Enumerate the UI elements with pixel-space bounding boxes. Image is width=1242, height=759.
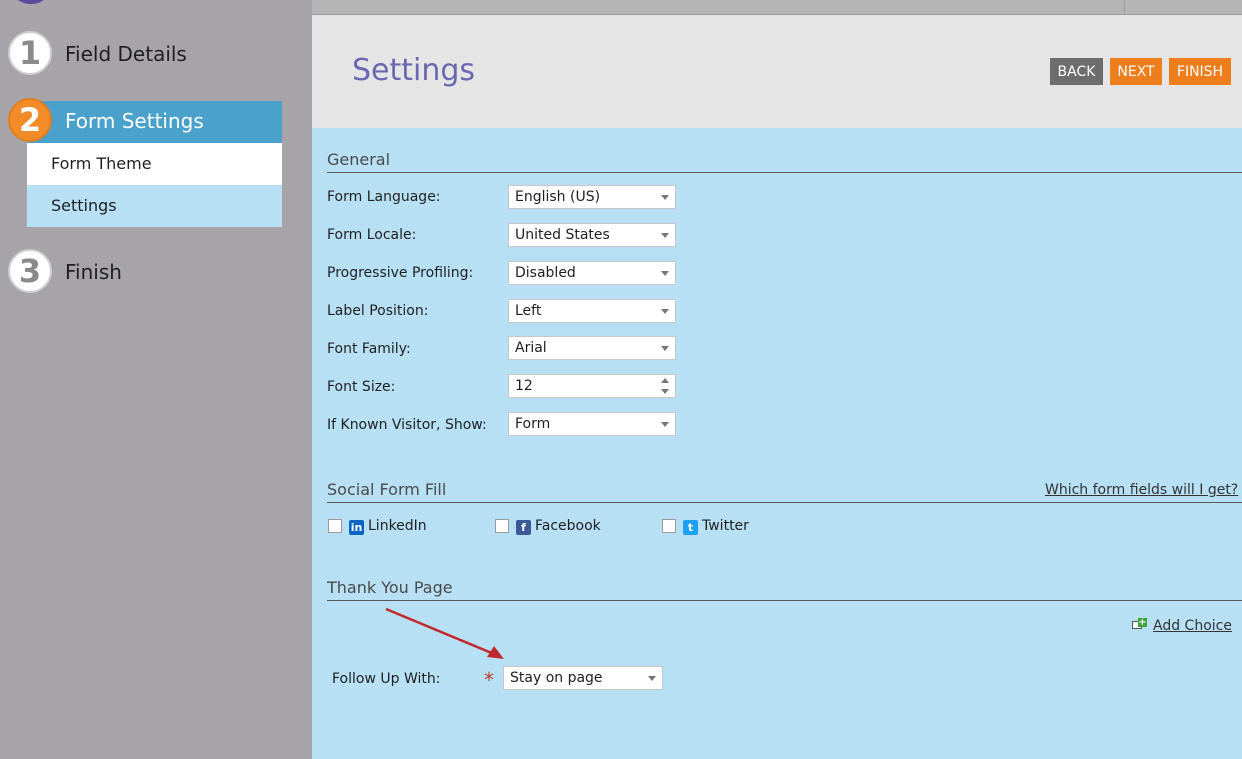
label-position-select[interactable]: Left xyxy=(508,299,676,323)
page-header: Settings BACK NEXT FINISH xyxy=(312,15,1242,128)
add-choice-link[interactable]: Add Choice xyxy=(1153,618,1232,634)
form-locale-value: United States xyxy=(515,227,610,243)
follow-up-value: Stay on page xyxy=(510,670,603,686)
top-toolbar-strip xyxy=(312,0,1242,15)
step-field-details[interactable]: Field Details xyxy=(65,42,187,66)
finish-button[interactable]: FINISH xyxy=(1169,58,1231,85)
follow-up-select[interactable]: Stay on page xyxy=(503,666,663,690)
section-general-title: General xyxy=(327,150,391,169)
step-form-settings[interactable]: Form Settings xyxy=(65,109,204,133)
font-size-label: Font Size: xyxy=(327,379,396,395)
settings-panel: General Form Language: English (US) Form… xyxy=(312,128,1242,759)
logo-circle xyxy=(8,0,54,4)
linkedin-icon: in xyxy=(349,520,364,535)
page-title: Settings xyxy=(352,53,476,88)
required-asterisk-icon: * xyxy=(484,668,494,692)
known-visitor-label: If Known Visitor, Show: xyxy=(327,417,487,433)
facebook-icon: f xyxy=(516,520,531,535)
twitter-checkbox[interactable] xyxy=(662,519,676,533)
progressive-profiling-label: Progressive Profiling: xyxy=(327,265,474,281)
known-visitor-select[interactable]: Form xyxy=(508,412,676,436)
font-size-value: 12 xyxy=(515,378,533,394)
facebook-checkbox[interactable] xyxy=(495,519,509,533)
twitter-label: Twitter xyxy=(702,518,749,534)
facebook-label: Facebook xyxy=(535,518,601,534)
section-social-title: Social Form Fill xyxy=(327,480,447,499)
section-thank-you-title: Thank You Page xyxy=(327,578,453,597)
font-size-stepper[interactable]: 12 xyxy=(508,374,676,398)
step-3-circle: 3 xyxy=(8,249,52,293)
next-button[interactable]: NEXT xyxy=(1110,58,1162,85)
label-position-label: Label Position: xyxy=(327,303,429,319)
form-language-label: Form Language: xyxy=(327,189,441,205)
chevron-down-icon xyxy=(661,346,669,351)
wizard-sidebar: 1 Field Details 2 Form Settings Form The… xyxy=(0,0,312,759)
back-button[interactable]: BACK xyxy=(1050,58,1103,85)
step-2-circle: 2 xyxy=(8,98,52,142)
progressive-profiling-select[interactable]: Disabled xyxy=(508,261,676,285)
font-family-value: Arial xyxy=(515,340,547,356)
which-form-fields-link[interactable]: Which form fields will I get? xyxy=(1045,482,1238,498)
section-divider xyxy=(327,172,1242,173)
linkedin-label: LinkedIn xyxy=(368,518,427,534)
form-language-value: English (US) xyxy=(515,189,601,205)
section-divider xyxy=(327,502,1242,503)
label-position-value: Left xyxy=(515,303,542,319)
red-arrow-annotation xyxy=(385,607,504,659)
step-1-circle: 1 xyxy=(8,31,52,75)
form-locale-select[interactable]: United States xyxy=(508,223,676,247)
add-choice-icon[interactable]: + xyxy=(1132,618,1147,631)
progressive-profiling-value: Disabled xyxy=(515,265,576,281)
sidebar-item-settings[interactable]: Settings xyxy=(27,185,282,227)
chevron-down-icon xyxy=(648,676,656,681)
chevron-down-icon xyxy=(661,271,669,276)
chevron-down-icon xyxy=(661,309,669,314)
form-locale-label: Form Locale: xyxy=(327,227,417,243)
font-family-label: Font Family: xyxy=(327,341,411,357)
twitter-icon: t xyxy=(683,520,698,535)
spinner-arrows-icon[interactable] xyxy=(661,378,670,394)
linkedin-checkbox[interactable] xyxy=(328,519,342,533)
section-divider xyxy=(327,600,1242,601)
follow-up-label: Follow Up With: xyxy=(332,671,441,687)
form-language-select[interactable]: English (US) xyxy=(508,185,676,209)
step-finish[interactable]: Finish xyxy=(65,260,122,284)
chevron-down-icon xyxy=(661,422,669,427)
toolbar-divider xyxy=(1124,0,1125,14)
font-family-select[interactable]: Arial xyxy=(508,336,676,360)
known-visitor-value: Form xyxy=(515,416,551,432)
chevron-down-icon xyxy=(661,233,669,238)
sidebar-item-form-theme[interactable]: Form Theme xyxy=(27,143,282,185)
chevron-down-icon xyxy=(661,195,669,200)
